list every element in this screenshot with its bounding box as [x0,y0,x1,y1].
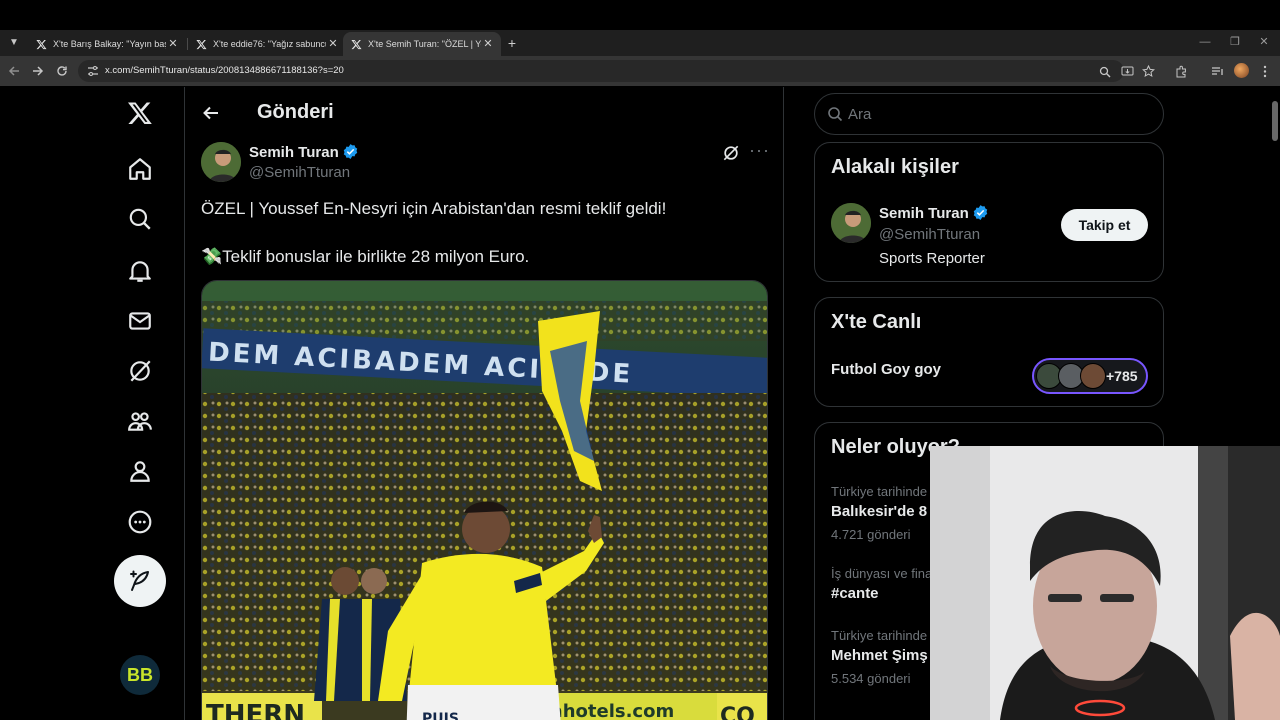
post-text-line-1: ÖZEL | Youssef En-Nesyri için Arabistan'… [201,199,667,218]
shorts-text: PUIS [422,711,459,720]
author-avatar[interactable] [201,142,241,182]
webcam-overlay [930,446,1280,720]
explore-icon[interactable] [124,203,156,235]
tab-semih-turan[interactable]: X'te Semih Turan: "ÖZEL | Youssef En-Nes… [343,32,501,56]
relevant-people-title: Alakalı kişiler [831,156,959,178]
trend-name[interactable]: Mehmet Şimş [831,647,928,664]
window-top-bar [0,0,1280,30]
trend-name[interactable]: #cante [831,585,879,602]
relevant-people-card: Alakalı kişiler Semih Turan @SemihTturan… [814,142,1164,282]
listener-count: +785 [1106,368,1138,384]
profile-avatar[interactable] [1234,63,1249,78]
profile-icon[interactable] [124,455,156,487]
tab-eddie76[interactable]: X'te eddie76: "Yağız sabuncuoğlu" / X ✕ [188,32,346,56]
post-detail-column: Gönderi Semih Turan @SemihTturan ··· ÖZE… [184,87,784,720]
address-bar: x.com/SemihTturan/status/200813488667118… [0,56,1280,86]
follow-button[interactable]: Takip et [1061,209,1148,241]
install-app-icon[interactable] [1119,63,1135,79]
tab-balkay[interactable]: X'te Barış Balkay: "Yayın başladı" / X ✕ [28,32,186,56]
board-text-right: CO [720,704,755,720]
back-arrow-icon[interactable] [201,103,221,123]
close-window-icon[interactable]: ✕ [1254,34,1274,50]
back-icon[interactable] [6,63,22,79]
x-favicon-icon [34,37,48,51]
bookmark-star-icon[interactable] [1140,63,1156,79]
trend-post-count: 4.721 gönderi [831,527,911,542]
communities-icon[interactable] [124,405,156,437]
trend-name[interactable]: Balıkesir'de 8 [831,503,927,520]
x-logo[interactable] [124,97,156,129]
celebration-photo: DEM ACIBADEM ACIBADE THERN pashahotels.c… [202,281,767,720]
author-name[interactable]: Semih Turan [249,143,359,161]
minimize-icon[interactable]: — [1195,34,1215,50]
notifications-icon[interactable] [124,255,156,287]
more-icon[interactable] [124,506,156,538]
tab-strip: ▼ X'te Barış Balkay: "Yayın başladı" / X… [0,30,1280,56]
compose-feather-icon [130,570,149,591]
live-space-name[interactable]: Futbol Goy goy [831,361,941,378]
relevant-person-avatar[interactable] [831,203,871,243]
x-favicon-icon [349,37,363,51]
url-text: x.com/SemihTturan/status/200813488667118… [105,65,344,76]
url-field[interactable]: x.com/SemihTturan/status/200813488667118… [78,60,1124,82]
forward-icon[interactable] [30,63,46,79]
media-control-icon[interactable] [1209,63,1225,79]
tab-close-icon[interactable]: ✕ [481,37,495,51]
page-title: Gönderi [257,101,334,123]
relevant-person-bio: Sports Reporter [879,250,985,267]
scrollbar-thumb[interactable] [1272,101,1278,141]
menu-icon[interactable] [1257,63,1273,79]
new-tab-icon[interactable]: + [504,35,520,51]
messages-icon[interactable] [124,305,156,337]
zoom-icon[interactable] [1098,65,1111,78]
extensions-icon[interactable] [1173,63,1189,79]
verified-badge-icon [343,144,357,159]
tab-close-icon[interactable]: ✕ [326,37,340,51]
search-box[interactable]: Ara [814,93,1164,135]
tab-title: X'te Barış Balkay: "Yayın başladı" / X [53,39,166,49]
relevant-person-name[interactable]: Semih Turan [879,204,989,222]
compose-post-button[interactable] [114,555,166,607]
site-info-icon[interactable] [86,64,100,78]
grok-icon[interactable] [124,355,156,387]
tab-close-icon[interactable]: ✕ [166,37,180,51]
post-image[interactable]: DEM ACIBADEM ACIBADE THERN pashahotels.c… [201,280,768,720]
search-icon [827,106,845,124]
search-input[interactable]: Ara [848,106,871,123]
account-avatar[interactable]: BB [120,655,160,695]
verified-badge-icon [973,205,987,220]
trend-category: Türkiye tarihinde [831,628,928,643]
listener-avatar [1080,363,1106,389]
relevant-person-handle[interactable]: @SemihTturan [879,226,980,243]
x-favicon-icon [194,37,208,51]
grok-explain-icon[interactable] [721,143,741,163]
webcam-feed [930,446,1280,720]
money-emoji-icon: 💸 [201,247,223,266]
post-text-line-2-text: Teklif bonuslar ile birlikte 28 milyon E… [222,247,530,266]
restore-icon[interactable]: ❐ [1225,34,1245,50]
x-live-title: X'te Canlı [831,311,922,333]
reload-icon[interactable] [54,63,70,79]
home-icon[interactable] [124,153,156,185]
author-name-text: Semih Turan [249,144,339,161]
tab-title: X'te Semih Turan: "ÖZEL | Youssef En-Nes… [368,39,481,49]
relevant-person-name-text: Semih Turan [879,205,969,222]
post-text-line-2: 💸Teklif bonuslar ile birlikte 28 milyon … [201,247,529,267]
post-more-icon[interactable]: ··· [749,141,769,163]
author-handle[interactable]: @SemihTturan [249,164,350,181]
x-live-card: X'te Canlı Futbol Goy goy +785 [814,297,1164,407]
tab-list-icon[interactable]: ▼ [6,35,22,51]
board-text-left: THERN [206,700,305,720]
left-navigation: BB [110,87,170,720]
trend-category: Türkiye tarihinde [831,484,928,499]
tab-title: X'te eddie76: "Yağız sabuncuoğlu" / X [213,39,326,49]
live-listeners-pill[interactable]: +785 [1032,358,1148,394]
trend-post-count: 5.534 gönderi [831,671,911,686]
trend-category: İş dünyası ve fina [831,566,933,581]
